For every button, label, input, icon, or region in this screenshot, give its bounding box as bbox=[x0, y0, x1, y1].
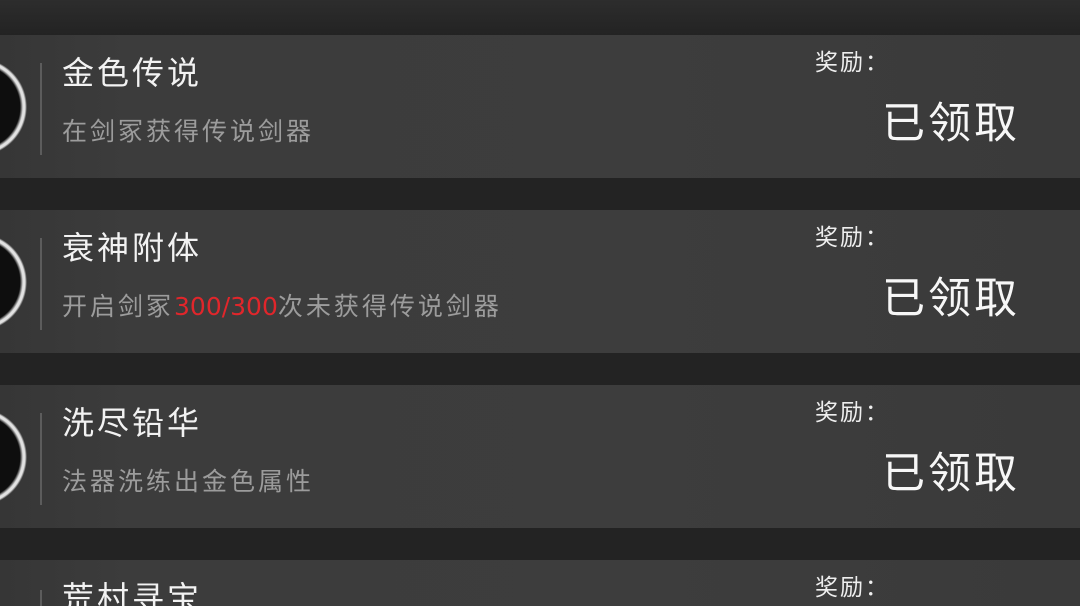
achievement-emblem-icon bbox=[0, 57, 30, 157]
achievement-description: 开启剑冢300/300次未获得传说剑器 bbox=[62, 288, 502, 326]
achievement-description: 在剑冢获得传说剑器 bbox=[62, 117, 315, 146]
achievement-row: 荒村寻宝 奖励： bbox=[0, 560, 1080, 606]
reward-label: 奖励： bbox=[815, 575, 890, 601]
row-divider bbox=[40, 590, 42, 606]
description-text: 次未获得传说剑器 bbox=[277, 292, 502, 321]
progress-count: 300/300 bbox=[174, 292, 278, 321]
reward-label: 奖励： bbox=[815, 400, 890, 426]
reward-claimed-status: 已领取 bbox=[882, 274, 1020, 324]
achievement-title: 洗尽铅华 bbox=[62, 404, 203, 442]
reward-claimed-status: 已领取 bbox=[882, 99, 1020, 149]
achievement-title: 荒村寻宝 bbox=[62, 579, 203, 606]
achievement-description: 法器洗练出金色属性 bbox=[62, 467, 315, 496]
achievement-title: 衰神附体 bbox=[62, 229, 203, 267]
reward-claimed-status: 已领取 bbox=[882, 449, 1020, 499]
row-divider bbox=[40, 238, 42, 330]
description-text: 开启剑冢 bbox=[62, 292, 175, 321]
row-divider bbox=[40, 63, 42, 155]
row-divider bbox=[40, 413, 42, 505]
achievement-list[interactable]: 金色传说 在剑冢获得传说剑器 奖励： 已领取 衰神附体 开启剑冢300/300次… bbox=[0, 0, 1080, 606]
reward-label: 奖励： bbox=[815, 50, 890, 76]
reward-label: 奖励： bbox=[815, 225, 890, 251]
achievement-emblem-icon bbox=[0, 232, 30, 332]
achievement-row: 衰神附体 开启剑冢300/300次未获得传说剑器 奖励： 已领取 bbox=[0, 210, 1080, 353]
achievement-row: 金色传说 在剑冢获得传说剑器 奖励： 已领取 bbox=[0, 35, 1080, 178]
achievement-emblem-icon bbox=[0, 407, 30, 507]
achievement-row: 洗尽铅华 法器洗练出金色属性 奖励： 已领取 bbox=[0, 385, 1080, 528]
achievement-title: 金色传说 bbox=[62, 54, 203, 92]
